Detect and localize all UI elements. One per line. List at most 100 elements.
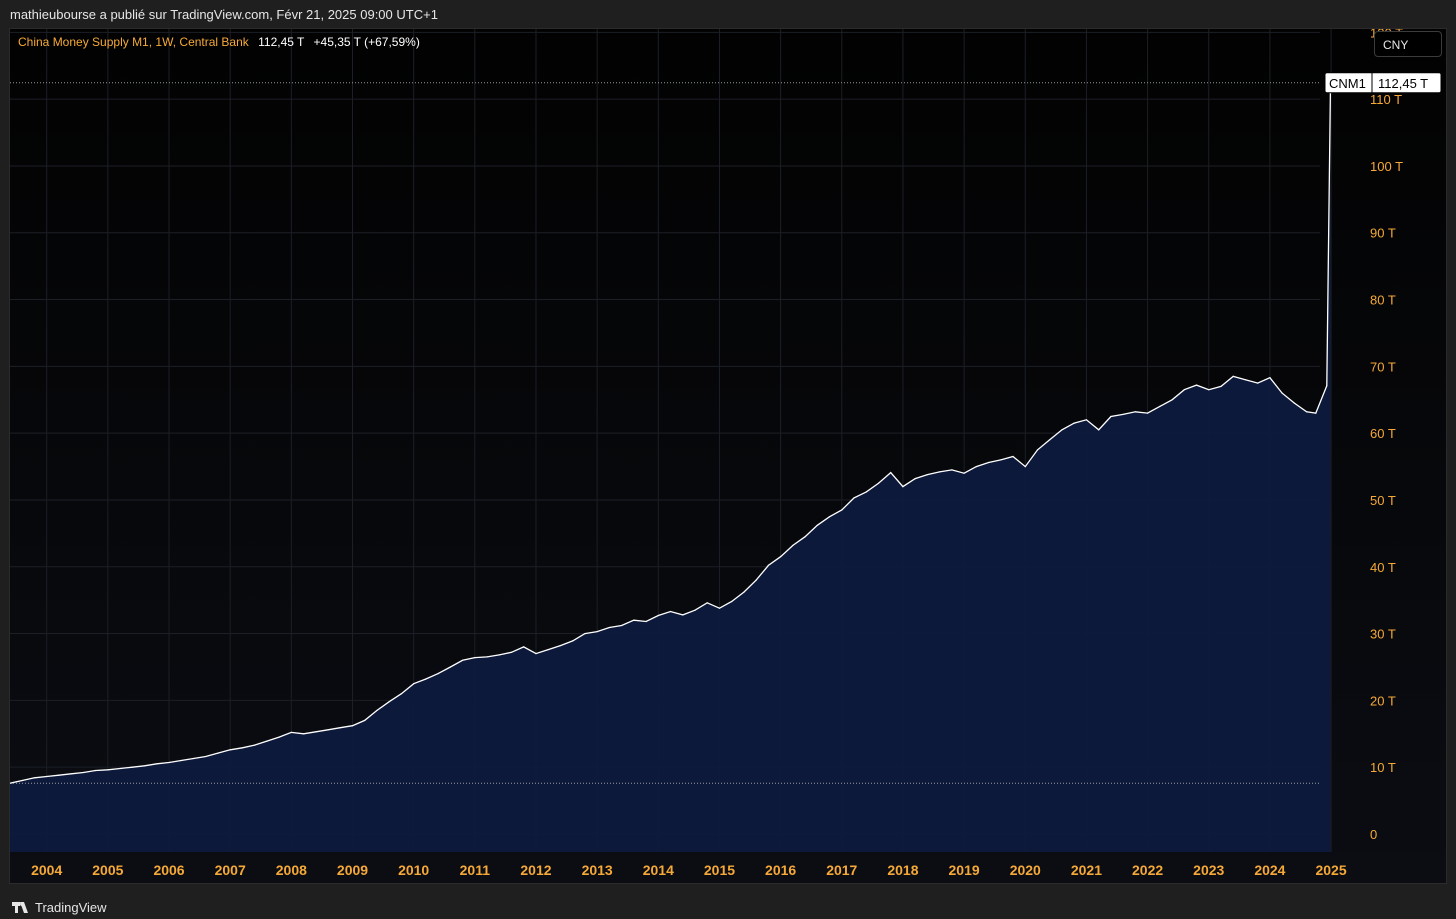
data-point-80 — [988, 461, 990, 464]
data-point-105 — [1293, 402, 1295, 404]
x-tick-label-1: 2005 — [92, 862, 123, 878]
data-point-90 — [1110, 415, 1112, 418]
data-point-68 — [841, 509, 843, 511]
x-tick-label-15: 2019 — [949, 862, 980, 878]
x-tick-label-3: 2007 — [215, 862, 246, 878]
data-point-57 — [706, 602, 708, 604]
data-point-84 — [1036, 449, 1039, 451]
data-point-26 — [327, 729, 329, 731]
x-tick-label-11: 2015 — [704, 862, 735, 878]
data-point-102 — [1257, 382, 1259, 384]
y-tick-label-5: 50 T — [1370, 493, 1396, 508]
last-price-value: 112,45 T — [1378, 76, 1428, 91]
data-point-76 — [939, 471, 941, 473]
data-point-96 — [1183, 389, 1185, 391]
data-point-27 — [339, 727, 341, 729]
x-tick-label-5: 2009 — [337, 862, 368, 878]
y-tick-label-7: 70 T — [1370, 359, 1396, 374]
x-tick-label-2: 2006 — [153, 862, 184, 878]
y-tick-label-11: 110 T — [1370, 92, 1402, 107]
y-tick-label-10: 100 T — [1370, 159, 1403, 174]
data-point-82 — [1012, 455, 1014, 458]
x-tick-label-12: 2016 — [765, 862, 796, 878]
data-point-41 — [510, 651, 513, 653]
x-tick-label-21: 2025 — [1315, 862, 1346, 878]
data-point-6 — [82, 771, 84, 774]
data-point-104 — [1281, 392, 1283, 394]
data-point-53 — [657, 614, 659, 617]
data-point-43 — [535, 653, 537, 655]
legend-change: +45,35 T (+67,59%) — [313, 35, 420, 49]
x-tick-label-0: 2004 — [31, 862, 62, 878]
data-point-2 — [33, 777, 36, 779]
x-tick-label-7: 2011 — [460, 862, 491, 878]
data-point-47 — [584, 633, 586, 635]
data-point-73 — [902, 486, 904, 488]
data-point-24 — [303, 733, 305, 735]
data-point-28 — [351, 725, 354, 727]
x-tick-label-8: 2012 — [520, 862, 551, 878]
data-point-38 — [474, 657, 476, 659]
x-tick-label-10: 2014 — [643, 862, 674, 878]
last-price-label: CNM1 112,45 T — [1324, 72, 1442, 94]
data-point-33 — [413, 683, 415, 685]
series-area — [10, 82, 1331, 853]
currency-button[interactable]: CNY — [1374, 31, 1442, 57]
data-point-13 — [168, 761, 170, 764]
data-point-71 — [877, 482, 880, 484]
data-point-36 — [449, 666, 451, 668]
x-tick-label-19: 2023 — [1193, 862, 1224, 878]
data-point-98 — [1208, 389, 1210, 391]
data-point-94 — [1159, 405, 1161, 407]
data-point-18 — [229, 749, 231, 751]
chart-pane[interactable]: 0 10 T 20 T 30 T 40 T 50 T 60 T 70 T 80 T 90 T 100… — [9, 28, 1447, 884]
data-point-40 — [498, 654, 500, 656]
data-point-25 — [315, 731, 317, 733]
data-point-78 — [963, 472, 965, 474]
data-point-58 — [718, 607, 721, 609]
data-point-83 — [1024, 466, 1026, 468]
data-point-45 — [559, 645, 562, 647]
data-point-63 — [780, 556, 782, 558]
data-point-22 — [278, 736, 280, 738]
data-point-7 — [95, 769, 97, 772]
x-tick-label-6: 2010 — [398, 862, 429, 878]
data-point-34 — [425, 678, 427, 680]
data-point-70 — [865, 491, 867, 493]
data-point-62 — [767, 564, 770, 567]
data-point-16 — [205, 755, 207, 758]
data-point-49 — [608, 626, 611, 629]
data-point-60 — [743, 591, 745, 593]
data-point-14 — [180, 759, 182, 762]
data-point-101 — [1244, 379, 1246, 381]
data-point-30 — [376, 709, 378, 712]
data-point-99 — [1220, 385, 1222, 387]
chart-plot[interactable]: 0 10 T 20 T 30 T 40 T 50 T 60 T 70 T 80 T 90 T 100… — [10, 29, 1447, 884]
data-point-10 — [131, 766, 133, 768]
data-point-86 — [1061, 429, 1063, 431]
data-point-92 — [1134, 411, 1136, 413]
data-point-85 — [1049, 439, 1051, 441]
data-point-39 — [486, 656, 488, 658]
tradingview-logo-icon[interactable] — [12, 901, 29, 913]
data-point-91 — [1122, 413, 1124, 415]
data-point-32 — [400, 693, 402, 695]
series-legend: China Money Supply M1, 1W, Central Bank … — [18, 35, 420, 49]
y-tick-label-8: 80 T — [1370, 293, 1396, 308]
x-tick-label-20: 2024 — [1254, 862, 1285, 878]
data-point-97 — [1195, 384, 1198, 386]
data-point-65 — [804, 536, 806, 538]
x-tick-label-14: 2018 — [887, 862, 918, 878]
footer-brand[interactable]: TradingView — [35, 900, 107, 915]
x-tick-label-13: 2017 — [826, 862, 857, 878]
legend-value: 112,45 T — [258, 35, 305, 49]
data-point-35 — [437, 673, 439, 675]
data-point-44 — [547, 649, 549, 651]
publish-header: mathieubourse a publié sur TradingView.c… — [0, 0, 1456, 28]
x-tick-label-16: 2020 — [1010, 862, 1041, 878]
data-point-11 — [144, 765, 146, 767]
x-tick-label-17: 2021 — [1071, 862, 1102, 878]
series-title: China Money Supply M1, 1W, Central Bank — [18, 35, 249, 49]
data-point-48 — [596, 631, 598, 633]
data-point-20 — [254, 744, 256, 746]
